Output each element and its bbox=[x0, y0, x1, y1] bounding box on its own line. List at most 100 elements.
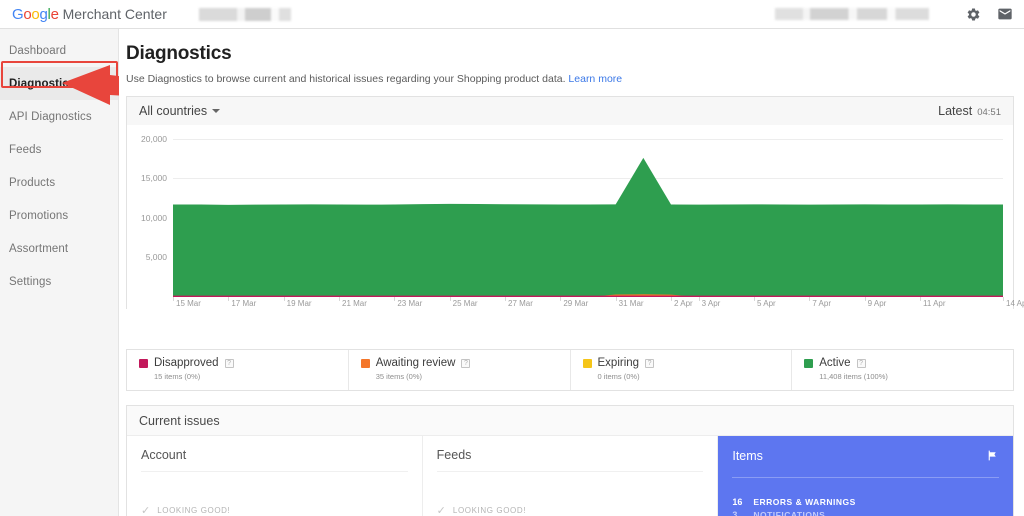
chart-x-tick-label: 19 Mar bbox=[286, 299, 312, 308]
legend-item-awaiting-review[interactable]: Awaiting review ? 35 items (0%) bbox=[349, 350, 571, 390]
chart-toolbar: All countries Latest 04:51 bbox=[126, 96, 1014, 125]
chart-legend: Disapproved ? 15 items (0%) Awaiting rev… bbox=[126, 349, 1014, 391]
chart-series-group bbox=[173, 157, 1003, 297]
chart-canvas: 5,000 10,000 15,000 20,000 bbox=[141, 131, 1003, 297]
top-bar-actions bbox=[775, 5, 1024, 23]
product-name: Merchant Center bbox=[62, 5, 167, 22]
latest-timestamp: Latest 04:51 bbox=[938, 104, 1001, 118]
chart-x-tick-mark bbox=[505, 297, 506, 301]
chart-x-tick-mark bbox=[615, 297, 617, 301]
items-card-divider bbox=[732, 477, 1000, 478]
issue-status: ✓ LOOKING GOOD! bbox=[437, 504, 526, 516]
sidebar-item-assortment[interactable]: Assortment bbox=[0, 232, 118, 265]
sidebar-item-label: Diagnostics bbox=[9, 77, 76, 90]
help-icon[interactable]: ? bbox=[856, 358, 866, 368]
current-issues-header: Current issues bbox=[127, 406, 1013, 436]
items-card-title: Items bbox=[732, 449, 763, 463]
sidebar-item-api-diagnostics[interactable]: API Diagnostics bbox=[0, 100, 118, 133]
stat-label: ERRORS & WARNINGS bbox=[753, 497, 856, 507]
page-description-text: Use Diagnostics to browse current and hi… bbox=[126, 73, 566, 85]
legend-swatch-active bbox=[804, 358, 814, 368]
legend-label: Disapproved bbox=[154, 357, 219, 369]
issue-card-account[interactable]: Account ✓ LOOKING GOOD! bbox=[127, 436, 423, 516]
chart-x-tick-mark bbox=[809, 297, 811, 301]
latest-time: 04:51 bbox=[977, 107, 1001, 118]
chart-x-tick-label: 27 Mar bbox=[508, 299, 533, 308]
chart-x-tick-label: 11 Apr bbox=[923, 299, 946, 308]
chart-y-tick-label: 20,000 bbox=[141, 133, 167, 144]
chart-x-tick-label: 9 Apr bbox=[867, 299, 887, 308]
items-card-stats: 16 ERRORS & WARNINGS 3 NOTIFICATIONS bbox=[732, 497, 999, 516]
sidebar-item-feeds[interactable]: Feeds bbox=[0, 133, 118, 166]
legend-label: Active bbox=[819, 357, 851, 369]
stat-label: NOTIFICATIONS bbox=[753, 510, 826, 516]
chart-y-tick-label: 5,000 bbox=[145, 252, 167, 263]
chart-y-tick-label: 10,000 bbox=[141, 212, 167, 223]
legend-swatch-expiring bbox=[582, 358, 592, 368]
chart-area-active bbox=[173, 157, 1003, 297]
chart-x-tick-label: 21 Mar bbox=[342, 299, 367, 308]
chart-x-tick-mark bbox=[754, 297, 755, 301]
sidebar-item-label: Dashboard bbox=[9, 44, 67, 57]
sidebar-item-label: Feeds bbox=[9, 143, 42, 156]
sidebar-item-promotions[interactable]: Promotions bbox=[0, 199, 118, 232]
issue-status-text: LOOKING GOOD! bbox=[157, 506, 231, 515]
country-filter-dropdown[interactable]: All countries bbox=[139, 104, 221, 118]
issue-card-feeds[interactable]: Feeds ✓ LOOKING GOOD! bbox=[422, 436, 719, 516]
legend-item-disapproved[interactable]: Disapproved ? 15 items (0%) bbox=[127, 350, 349, 390]
gear-icon[interactable] bbox=[964, 5, 982, 23]
legend-swatch-awaiting-review bbox=[360, 358, 370, 368]
sidebar-item-diagnostics[interactable]: Diagnostics bbox=[0, 67, 118, 100]
stat-count: 3 bbox=[732, 510, 738, 516]
chart-x-tick-label: 5 Apr bbox=[757, 299, 776, 308]
chart-x-tick-label: 3 Apr bbox=[701, 299, 721, 308]
check-icon: ✓ bbox=[436, 505, 446, 516]
stat-count: 16 bbox=[732, 497, 743, 507]
account-selector-masked[interactable] bbox=[198, 7, 299, 21]
sidebar-item-label: Assortment bbox=[9, 242, 69, 255]
page-title: Diagnostics bbox=[126, 43, 232, 64]
learn-more-link[interactable]: Learn more bbox=[568, 73, 622, 85]
country-filter-label: All countries bbox=[139, 104, 208, 118]
chart-x-tick-mark bbox=[228, 297, 230, 301]
legend-item-expiring[interactable]: Expiring ? 0 items (0%) bbox=[571, 350, 793, 390]
legend-item-active[interactable]: Active ? 11,408 items (100%) bbox=[792, 350, 1013, 390]
legend-value: 11,408 items (100%) bbox=[819, 372, 888, 381]
chevron-down-icon bbox=[212, 109, 221, 113]
items-card-header: Items bbox=[732, 449, 999, 467]
brand-logo[interactable]: Google Merchant Center bbox=[12, 6, 167, 23]
sidebar-item-products[interactable]: Products bbox=[0, 166, 118, 199]
search-input-masked[interactable] bbox=[775, 8, 950, 20]
stat-notifications[interactable]: 3 NOTIFICATIONS bbox=[732, 510, 999, 516]
flag-icon[interactable] bbox=[986, 449, 999, 467]
legend-value: 15 items (0%) bbox=[154, 372, 201, 381]
chart-x-tick-mark bbox=[449, 297, 451, 301]
chart-x-tick-mark bbox=[1003, 297, 1004, 301]
legend-swatch-disapproved bbox=[139, 358, 148, 368]
chart-x-tick-label: 15 Mar bbox=[176, 299, 201, 308]
current-issues-title: Current issues bbox=[139, 413, 220, 428]
issue-card-items[interactable]: Items 16 ERRORS & WARNINGS 3 NOTIFICATIO… bbox=[718, 436, 1014, 516]
chart-x-tick-mark bbox=[864, 297, 866, 301]
current-issues-body: Account ✓ LOOKING GOOD! Feeds ✓ LOOKING … bbox=[127, 436, 1014, 516]
help-icon[interactable]: ? bbox=[645, 358, 655, 368]
sidebar-item-label: API Diagnostics bbox=[9, 110, 92, 123]
chart-x-tick-mark bbox=[920, 297, 921, 301]
legend-value: 0 items (0%) bbox=[597, 372, 640, 381]
sidebar-item-dashboard[interactable]: Dashboard bbox=[0, 34, 118, 67]
stat-errors-warnings[interactable]: 16 ERRORS & WARNINGS bbox=[732, 497, 999, 507]
sidebar-item-settings[interactable]: Settings bbox=[0, 265, 118, 298]
chart-x-tick-mark bbox=[283, 297, 285, 301]
issue-status-text: LOOKING GOOD! bbox=[452, 506, 527, 515]
chart-x-tick-mark bbox=[339, 297, 340, 301]
page-description: Use Diagnostics to browse current and hi… bbox=[126, 73, 1024, 85]
mail-icon[interactable] bbox=[996, 5, 1014, 23]
issue-card-title: Feeds bbox=[436, 448, 704, 472]
chart-plot-area[interactable]: 5,000 10,000 15,000 20,000 15 Mar 17 Mar 19 M… bbox=[126, 125, 1024, 309]
chart-x-tick-mark bbox=[394, 297, 396, 301]
sidebar-item-label: Promotions bbox=[9, 209, 69, 222]
help-icon[interactable]: ? bbox=[224, 358, 234, 368]
help-icon[interactable]: ? bbox=[461, 358, 471, 368]
sidebar-nav: Dashboard Diagnostics API Diagnostics Fe… bbox=[0, 29, 119, 516]
chart-x-tick-label: 25 Mar bbox=[452, 299, 478, 308]
